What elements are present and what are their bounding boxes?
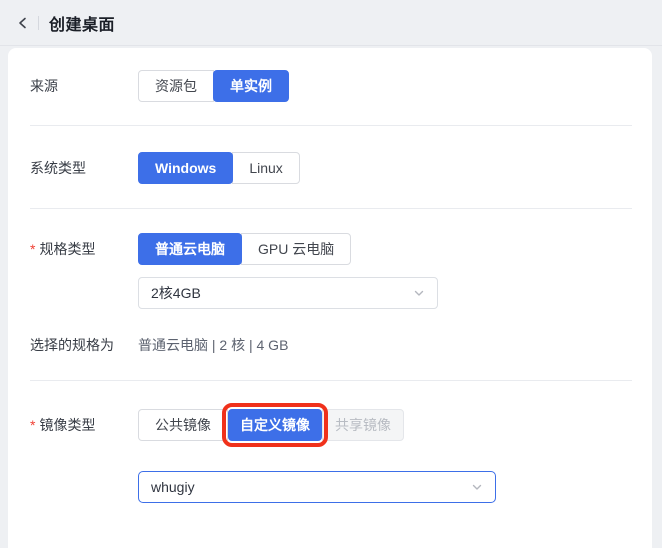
image-type-label: * 镜像类型	[30, 415, 138, 435]
section-os-type: 系统类型 Windows Linux	[8, 126, 652, 209]
source-label: 来源	[30, 76, 138, 96]
section-source: 来源 资源包 单实例	[8, 48, 652, 126]
os-option-windows[interactable]: Windows	[138, 152, 233, 184]
source-option-resource-pack[interactable]: 资源包	[138, 70, 214, 102]
spec-select-value: 2核4GB	[151, 283, 201, 303]
required-mark: *	[30, 242, 35, 256]
header-divider	[38, 16, 39, 30]
image-option-shared: 共享镜像	[322, 409, 404, 441]
spec-option-normal-cloud-pc[interactable]: 普通云电脑	[138, 233, 242, 265]
section-image-type: * 镜像类型 公共镜像 自定义镜像 共享镜像 whugiy	[8, 381, 652, 525]
chevron-down-icon	[471, 481, 483, 493]
spec-type-button-group: 普通云电脑 GPU 云电脑	[138, 233, 351, 265]
page-title: 创建桌面	[49, 11, 115, 35]
os-option-linux[interactable]: Linux	[232, 152, 299, 184]
image-type-button-group: 公共镜像 自定义镜像 共享镜像	[138, 409, 404, 441]
selected-spec-value: 普通云电脑 | 2 核 | 4 GB	[138, 335, 288, 355]
source-button-group: 资源包 单实例	[138, 70, 289, 102]
section-spec-type: * 规格类型 普通云电脑 GPU 云电脑 2核4GB 选择的规格为 普通	[8, 209, 652, 381]
create-desktop-form-panel: 来源 资源包 单实例 系统类型 Windows Linux	[8, 48, 652, 548]
image-select-value: whugiy	[151, 479, 195, 495]
image-option-custom[interactable]: 自定义镜像	[228, 409, 322, 441]
back-button[interactable]	[12, 12, 34, 34]
chevron-down-icon	[413, 287, 425, 299]
spec-select[interactable]: 2核4GB	[138, 277, 438, 309]
os-type-label: 系统类型	[30, 158, 138, 178]
selected-spec-label: 选择的规格为	[30, 335, 138, 355]
spec-option-gpu-cloud-pc[interactable]: GPU 云电脑	[241, 233, 351, 265]
required-mark: *	[30, 418, 35, 432]
page-header: 创建桌面	[0, 0, 662, 46]
image-select[interactable]: whugiy	[138, 471, 496, 503]
image-option-public[interactable]: 公共镜像	[138, 409, 228, 441]
os-type-button-group: Windows Linux	[138, 152, 300, 184]
chevron-left-icon	[16, 16, 30, 30]
spec-type-label: * 规格类型	[30, 239, 138, 259]
source-option-single-instance[interactable]: 单实例	[213, 70, 289, 102]
highlighted-option-wrapper: 自定义镜像	[228, 409, 322, 441]
